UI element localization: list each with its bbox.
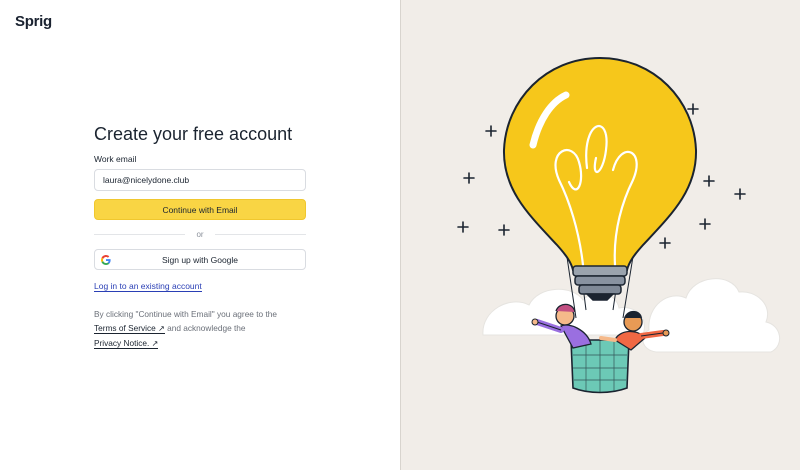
or-divider: or [94,229,306,240]
signup-form: Create your free account Work email Cont… [94,124,306,351]
google-signup-button[interactable]: Sign up with Google [94,249,306,270]
divider-line-left [94,234,186,235]
signup-panel: Sprig Create your free account Work emai… [0,0,400,470]
or-label: or [196,230,204,239]
page-title: Create your free account [94,124,293,144]
terms-of-service-link[interactable]: Terms of Service ↗ [94,323,165,334]
terms-label: Terms of Service [94,323,156,333]
legal-prefix: By clicking "Continue with Email" you ag… [94,309,277,319]
email-label: Work email [94,154,137,164]
privacy-label: Privacy Notice. [94,338,150,348]
continue-with-email-button[interactable]: Continue with Email [94,199,306,220]
google-icon [101,255,111,265]
lightbulb-balloon-illustration [457,56,781,394]
sprig-logo[interactable]: Sprig [15,13,52,30]
external-link-icon: ↗ [151,339,159,348]
external-link-icon: ↗ [158,324,165,333]
illustration-panel [401,0,800,470]
email-field[interactable] [94,169,306,191]
legal-notice: By clicking "Continue with Email" you ag… [94,307,306,351]
privacy-notice-link[interactable]: Privacy Notice. ↗ [94,338,159,349]
divider-line-right [214,234,306,235]
legal-middle: and acknowledge the [167,323,246,333]
login-existing-account-link[interactable]: Log in to an existing account [94,281,202,292]
google-button-label: Sign up with Google [161,254,239,265]
